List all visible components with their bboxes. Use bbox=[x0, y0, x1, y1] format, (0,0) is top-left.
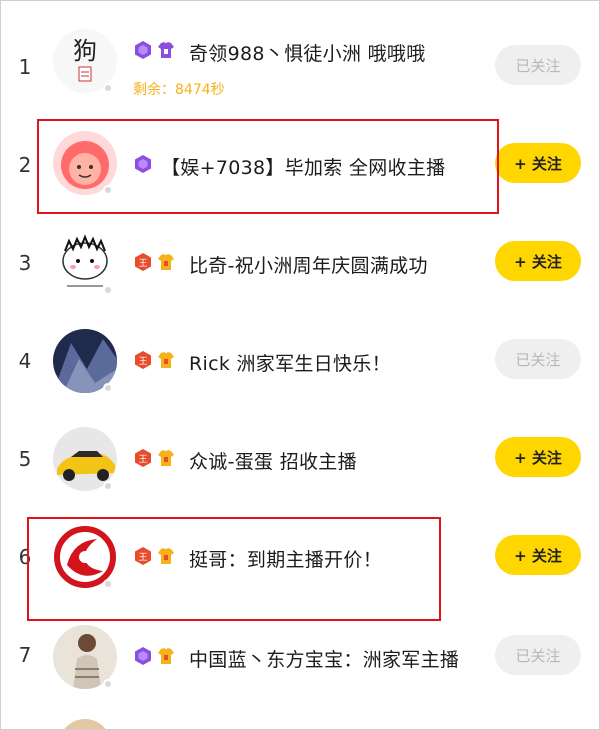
user-name: 中国蓝丶东方宝宝：洲家军主播 bbox=[189, 649, 460, 671]
status-dot bbox=[103, 481, 113, 491]
follow-button[interactable]: + 关注 bbox=[495, 241, 581, 281]
status-dot bbox=[103, 285, 113, 295]
badge-group bbox=[133, 39, 176, 61]
status-dot bbox=[103, 83, 113, 93]
level-badge-icon: 王 bbox=[133, 252, 153, 272]
user-name: 奇领988丶惧徒小洲 哦哦哦 bbox=[189, 43, 426, 65]
shirt-icon bbox=[156, 40, 176, 60]
badge-group bbox=[133, 645, 176, 667]
status-dot bbox=[103, 383, 113, 393]
shirt-icon bbox=[156, 448, 176, 468]
follow-button[interactable]: + 关注 bbox=[495, 535, 581, 575]
svg-text:王: 王 bbox=[138, 258, 147, 269]
rank-number: 7 bbox=[18, 643, 32, 667]
followed-button[interactable]: 已关注 bbox=[495, 635, 581, 675]
level-badge-icon: 王 bbox=[133, 448, 153, 468]
follow-button[interactable]: + 关注 bbox=[495, 143, 581, 183]
level-badge-icon: 王 bbox=[133, 350, 153, 370]
user-name: 众诚-蛋蛋 招收主播 bbox=[189, 451, 357, 473]
list-item[interactable]: 1 狗 奇领988丶惧徒小洲 哦哦哦 剩余：8474秒 已关注 bbox=[1, 17, 599, 115]
badge-group: 王 bbox=[133, 251, 176, 273]
badge-group: 王 bbox=[133, 447, 176, 469]
user-name: 比奇-祝小洲周年庆圆满成功 bbox=[189, 255, 428, 277]
list-item[interactable]: 4 王 Rick 洲家军生日快乐！ 已关注 bbox=[1, 311, 599, 409]
ranking-list: 1 狗 奇领988丶惧徒小洲 哦哦哦 剩余：8474秒 已关注 2 【娱+703… bbox=[0, 0, 600, 730]
followed-button[interactable]: 已关注 bbox=[495, 45, 581, 85]
rank-number: 4 bbox=[18, 349, 32, 373]
rank-number: 1 bbox=[18, 55, 32, 79]
svg-text:王: 王 bbox=[138, 454, 147, 465]
rank-number: 5 bbox=[18, 447, 32, 471]
rank-number: 2 bbox=[18, 153, 32, 177]
shirt-icon bbox=[156, 252, 176, 272]
badge-group: 王 bbox=[133, 349, 176, 371]
list-item[interactable]: 3 王 比奇-祝小洲周年庆圆满成功 + 关注 bbox=[1, 213, 599, 311]
guard-badge-icon bbox=[133, 646, 153, 666]
avatar bbox=[59, 719, 111, 729]
follow-button[interactable]: + 关注 bbox=[495, 437, 581, 477]
status-dot bbox=[103, 679, 113, 689]
guard-badge-icon bbox=[133, 40, 153, 60]
followed-button[interactable]: 已关注 bbox=[495, 339, 581, 379]
highlight-box bbox=[37, 119, 499, 214]
rank-number: 3 bbox=[18, 251, 32, 275]
shirt-icon bbox=[156, 350, 176, 370]
shirt-icon bbox=[156, 646, 176, 666]
svg-text:狗: 狗 bbox=[73, 37, 97, 65]
highlight-box bbox=[27, 517, 441, 621]
svg-text:王: 王 bbox=[138, 356, 147, 367]
countdown-text: 剩余：8474秒 bbox=[133, 82, 225, 98]
list-item[interactable]: 5 王 众诚-蛋蛋 招收主播 + 关注 bbox=[1, 409, 599, 507]
user-name: Rick 洲家军生日快乐！ bbox=[189, 353, 391, 375]
